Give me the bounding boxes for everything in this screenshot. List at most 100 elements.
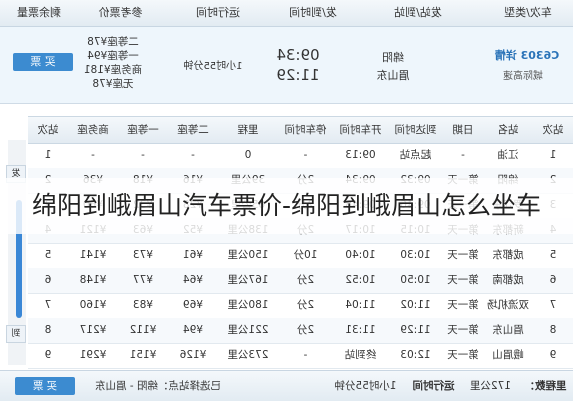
cell-dep: 11:31 [345,324,376,336]
cell-dep: 10:52 [345,274,376,286]
sh-arrive: 到达时间 [394,124,437,136]
cell-biz: ¥291 [79,349,107,361]
cell-day: 第一天 [447,324,479,336]
cell-biz: ¥160 [79,299,107,311]
cell-first: ¥83 [132,299,154,311]
cell-no: 9 [44,349,52,361]
cell-arr: 11:02 [400,299,431,311]
sh-seq: 站次 [542,124,564,136]
sh-no: 站次 [37,124,59,136]
footer-km-label: 里程数： [524,380,567,392]
overlay-caption: 绵阳到峨眉山汽车票价-绵阳到峨眉山怎么坐车 [0,178,573,234]
table-row: 5 成都东 第一天 10:30 10:40 10分 150公里 ¥61 ¥73 ¥141 5 [28,243,573,269]
footer-runtime-label: 运行时间 [412,380,455,392]
arrive-time: 11:29 [276,66,320,84]
table-row: 9 峨眉山 第一天 12:03 终到站 - 273公里 ¥126 ¥151 ¥291 9 [28,343,573,369]
cell-station: 成都南 [492,274,524,286]
cell-km: 167公里 [227,274,269,286]
cell-km: 273公里 [227,349,269,361]
cell-second: ¥94 [182,324,204,336]
train-type: 城际高速 [503,71,543,82]
cell-stop: - [303,349,308,361]
scrollbar[interactable]: 发 到 [6,140,26,365]
sh-stop: 停车时间 [284,124,327,136]
station-from: 绵阳 [382,51,404,64]
cell-second: - [191,149,195,161]
cell-day: 第一天 [447,249,479,261]
cell-dep: 11:04 [345,299,376,311]
table-row: 6 成都南 第一天 10:50 10:52 2分 167公里 ¥64 ¥77 ¥148 6 [28,268,573,294]
footer-bar: 里程数： 172公里 运行时间 1小时55分钟 已选择站点：绵阳 - 眉山东 买… [0,370,573,401]
cell-dep: 10:40 [345,249,376,261]
cell-station: 成都东 [492,249,524,261]
buy-button[interactable]: 买 票 [13,53,73,71]
footer-chosen: 已选择站点：绵阳 - 眉山东 [95,380,221,392]
cell-no: 7 [549,299,557,311]
stops-header: 站次 站名 日期 到达时间 开车时间 停车时间 里程 二等座 一等座 商务座 站… [28,116,573,144]
footer-runtime: 1小时55分钟 [334,380,397,392]
cell-biz: ¥141 [79,249,107,261]
cell-no: 6 [549,274,557,286]
station-to: 眉山东 [376,69,410,82]
footer-km: 172公里 [469,380,512,392]
cell-arr: 11:29 [400,324,431,336]
sh-day: 日期 [452,124,474,136]
table-row: 8 眉山东 第一天 11:29 11:31 2分 221公里 ¥94 ¥112 ¥217 8 [28,318,573,344]
footer-buy-button[interactable]: 买 票 [15,377,75,395]
header-station: 发站/到站 [394,6,442,19]
cell-no: 1 [44,149,52,161]
cell-arr: 10:30 [400,249,431,261]
cell-km: 0 [244,149,252,161]
cell-km: 221公里 [227,324,269,336]
sh-station: 站名 [497,124,519,136]
train-row[interactable]: C6303 详情 城际高速 绵阳 眉山东 09:34 11:29 1小时55分钟… [0,27,573,104]
price-list: 二等座¥78 一等座¥94 商务座¥181 无座¥78 [73,35,153,91]
cell-station: 眉山东 [492,324,524,336]
cell-no: 6 [44,274,52,286]
cell-dep: 终到站 [344,349,377,361]
header-train: 车次/类型 [504,6,552,19]
cell-km: 180公里 [227,299,269,311]
run-duration: 1小时55分钟 [183,61,243,72]
cell-day: 第一天 [447,349,479,361]
price-second: 二等座¥78 [87,36,139,48]
sh-second: 二等座 [177,124,209,136]
cell-first: ¥73 [132,249,154,261]
cell-stop: 10分 [293,249,318,261]
table-header: 车次/类型 发站/到站 发/到时间 运行时间 参考票价 剩余票量 [0,0,573,27]
cell-stop: 2分 [296,274,315,286]
cell-station: 峨眉山 [492,349,524,361]
price-business: 商务座¥181 [83,64,143,76]
price-noseat: 无座¥78 [92,78,134,90]
header-time: 发/到时间 [289,6,337,19]
cell-dep: 09:13 [345,149,376,161]
cell-biz: - [91,149,95,161]
cell-stop: - [303,149,308,161]
cell-station: 双流机场 [487,299,529,311]
cell-no: 8 [549,324,557,336]
price-first: 一等座¥94 [87,50,139,62]
header-price: 参考票价 [98,6,143,19]
cell-day: 第一天 [447,274,479,286]
cell-stop: 2分 [296,324,315,336]
cell-first: ¥151 [129,349,157,361]
cell-arr: 12:03 [400,349,431,361]
cell-no: 1 [549,149,557,161]
cell-second: ¥126 [179,349,207,361]
cell-biz: ¥148 [79,274,107,286]
cell-stop: 2分 [296,299,315,311]
cell-day: - [461,149,465,161]
sh-first: 一等座 [127,124,159,136]
cell-km: 150公里 [227,249,269,261]
station-pair: 绵阳 眉山东 [363,49,423,85]
header-remain: 剩余票量 [17,6,61,19]
scroll-down-button[interactable]: 到 [6,325,26,343]
table-row: 7 双流机场 第一天 11:02 11:04 2分 180公里 ¥69 ¥83 ¥160 7 [28,293,573,319]
sh-depart: 开车时间 [339,124,382,136]
train-number-link[interactable]: C6303 详情 [487,47,567,63]
cell-first: - [141,149,145,161]
time-pair: 09:34 11:29 [268,45,328,85]
depart-time: 09:34 [276,46,320,64]
cell-no: 7 [44,299,52,311]
cell-no: 5 [549,249,557,261]
